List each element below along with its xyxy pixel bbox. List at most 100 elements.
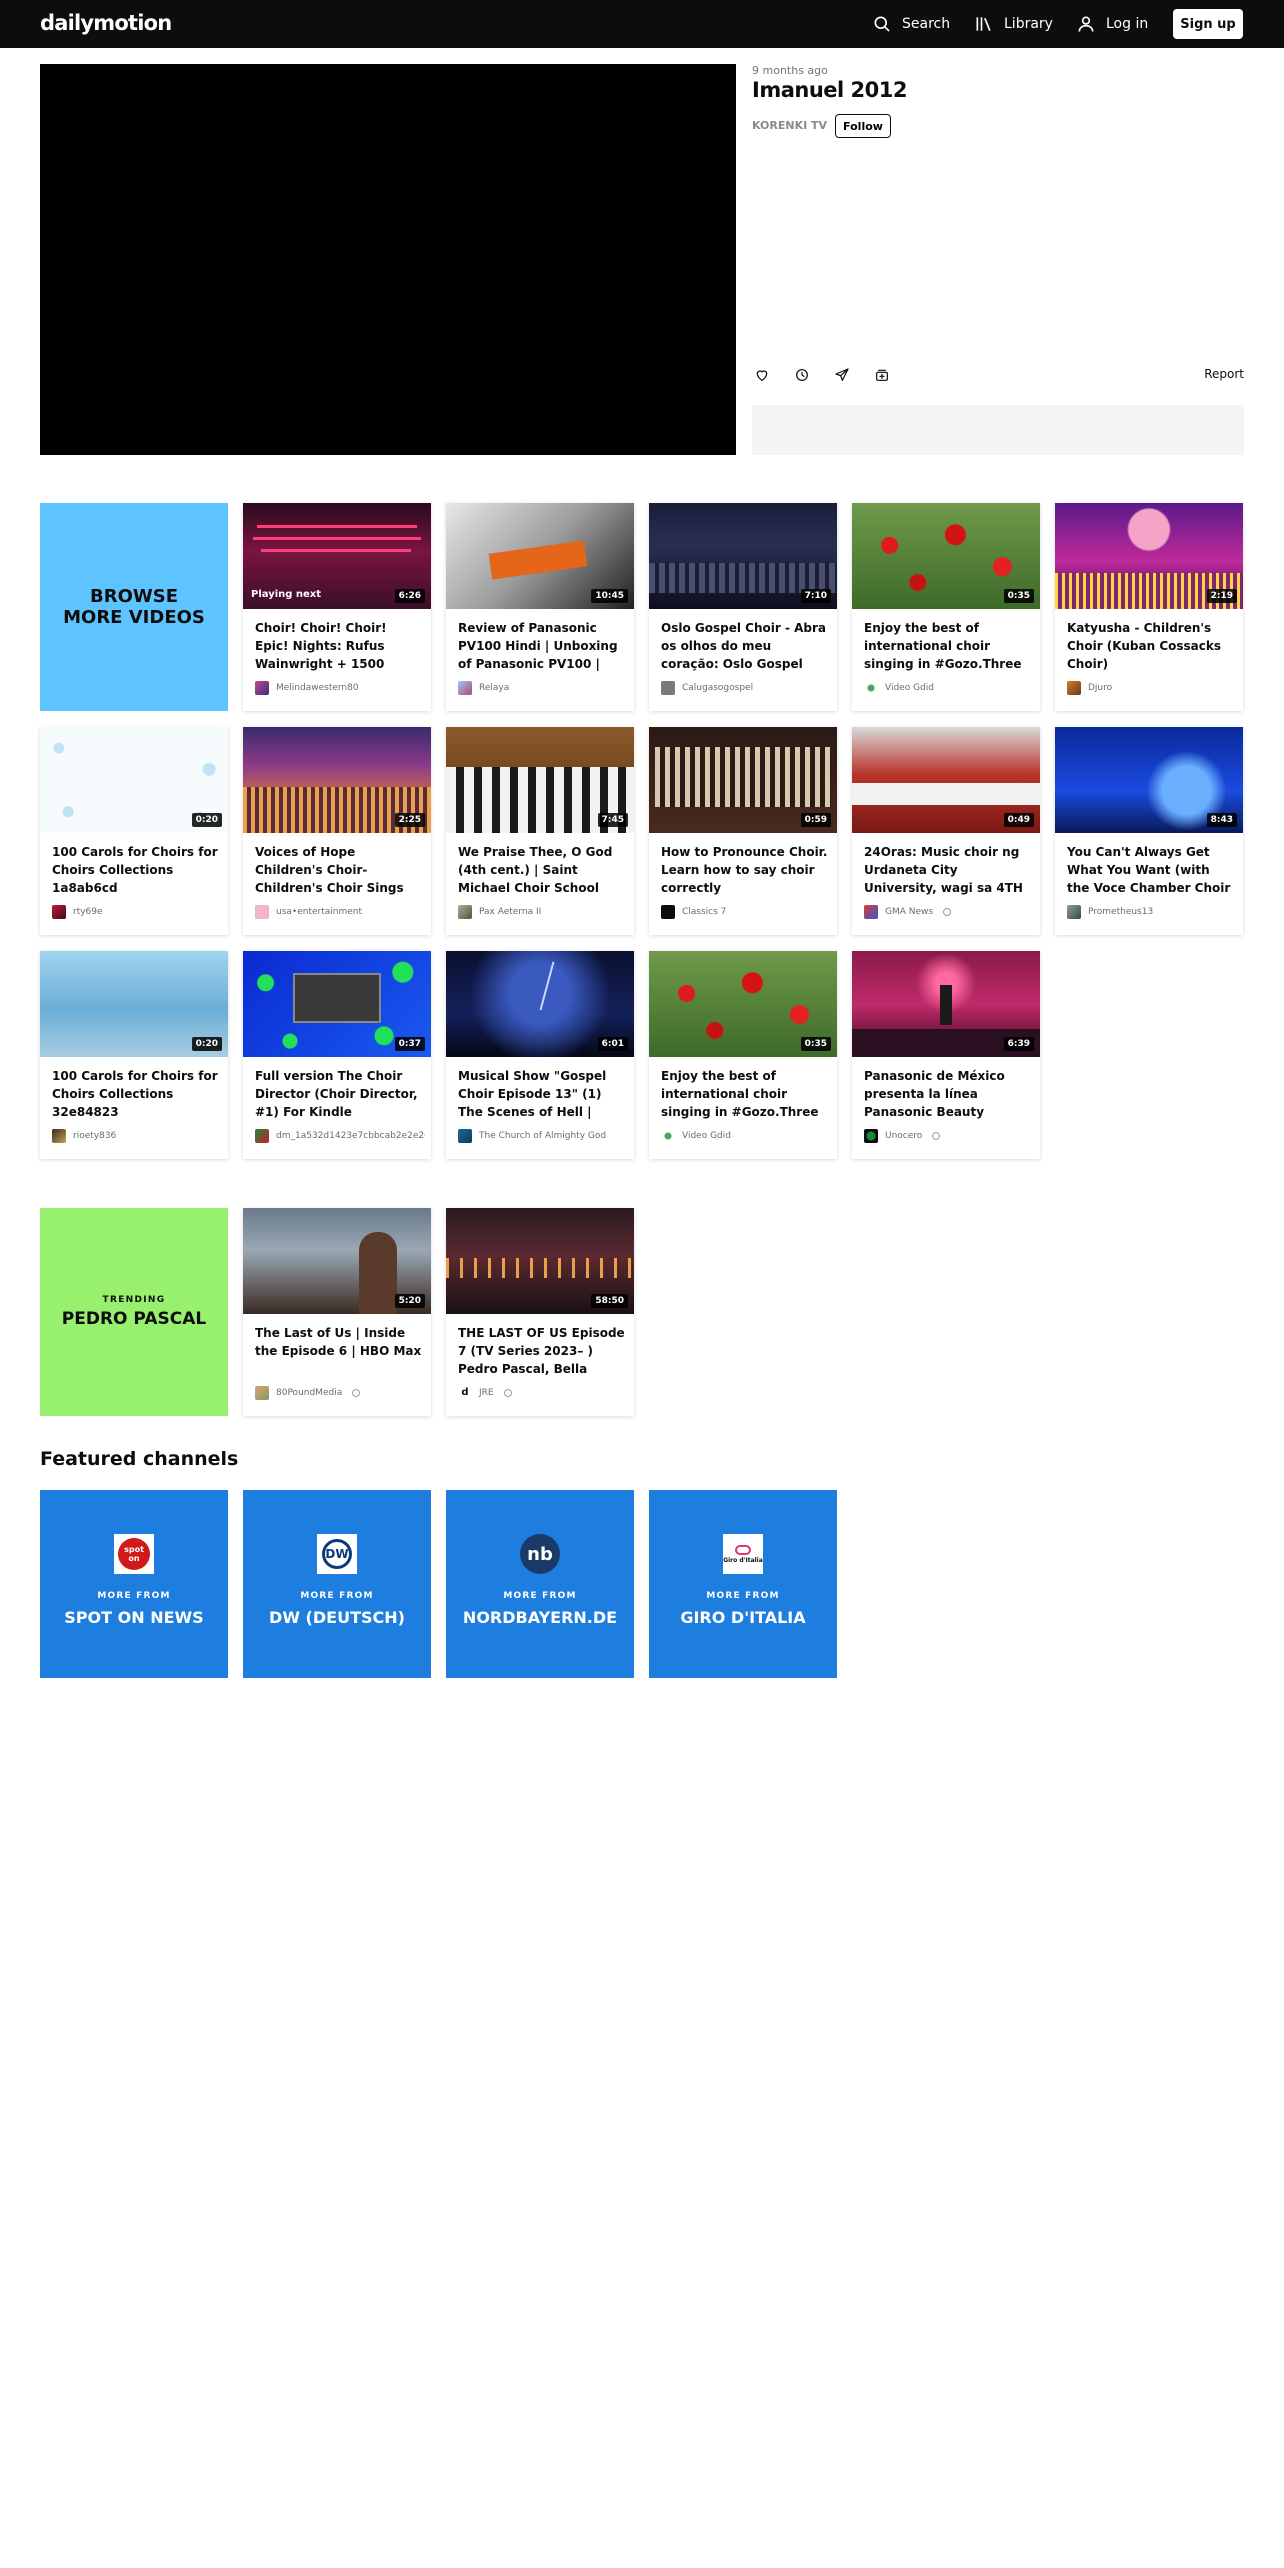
trending-kicker: TRENDING bbox=[102, 1295, 166, 1305]
video-title: We Praise Thee, O God (4th cent.) | Sain… bbox=[458, 845, 613, 895]
trending-topic-tile[interactable]: TRENDING PEDRO PASCAL bbox=[40, 1208, 228, 1416]
watch-later-button[interactable] bbox=[792, 365, 812, 385]
channel-avatar bbox=[864, 1129, 878, 1143]
video-duration: 0:35 bbox=[1003, 589, 1034, 603]
search-button[interactable]: Search bbox=[872, 14, 950, 34]
video-card[interactable]: 2:19 Katyusha - Children's Choir (Kuban … bbox=[1055, 503, 1243, 711]
video-channel[interactable]: usa•entertainment bbox=[255, 905, 425, 919]
video-channel[interactable]: GMA News bbox=[864, 905, 1034, 919]
video-card[interactable]: 7:10 Oslo Gospel Choir - Abra os olhos d… bbox=[649, 503, 837, 711]
video-duration: 6:39 bbox=[1003, 1037, 1034, 1051]
video-title: Musical Show "Gospel Choir Episode 13" (… bbox=[458, 1069, 607, 1119]
video-card[interactable]: 0:59 How to Pronounce Choir. Learn how t… bbox=[649, 727, 837, 935]
video-card[interactable]: 7:45 We Praise Thee, O God (4th cent.) |… bbox=[446, 727, 634, 935]
more-from-label: MORE FROM bbox=[503, 1591, 577, 1601]
video-channel[interactable]: Pax Aeterna II bbox=[458, 905, 628, 919]
video-card[interactable]: Playing next 6:26 Choir! Choir! Choir! E… bbox=[243, 503, 431, 711]
video-card[interactable]: 0:35 Enjoy the best of international cho… bbox=[852, 503, 1040, 711]
video-channel[interactable]: The Church of Almighty God bbox=[458, 1129, 628, 1143]
video-channel[interactable]: Melindawestern80 bbox=[255, 681, 425, 695]
video-channel[interactable]: Video Gdid bbox=[864, 681, 1034, 695]
video-player[interactable] bbox=[40, 64, 736, 455]
video-card[interactable]: 0:20 100 Carols for Choirs for Choirs Co… bbox=[40, 727, 228, 935]
user-icon bbox=[1078, 16, 1094, 32]
video-title: Review of Panasonic PV100 Hindi | Unboxi… bbox=[458, 621, 618, 671]
featured-channel-tile[interactable]: DW MORE FROM DW (DEUTSCH) bbox=[243, 1490, 431, 1678]
featured-channel-tile[interactable]: nb MORE FROM NORDBAYERN.DE bbox=[446, 1490, 634, 1678]
video-channel[interactable]: Prometheus13 bbox=[1067, 905, 1237, 919]
channel-avatar bbox=[255, 905, 269, 919]
channel-name: Classics 7 bbox=[682, 907, 727, 917]
video-thumbnail: 0:20 bbox=[40, 727, 228, 833]
upload-time: 9 months ago bbox=[752, 64, 828, 77]
video-duration: 6:01 bbox=[597, 1037, 628, 1051]
video-thumbnail: 58:50 bbox=[446, 1208, 634, 1314]
video-channel[interactable]: d JRE bbox=[458, 1386, 628, 1400]
video-thumbnail: 0:59 bbox=[649, 727, 837, 833]
video-title: You Can't Always Get What You Want (with… bbox=[1067, 845, 1231, 895]
video-thumbnail: 0:35 bbox=[852, 503, 1040, 609]
video-channel[interactable]: rioety836 bbox=[52, 1129, 222, 1143]
video-card[interactable]: 8:43 You Can't Always Get What You Want … bbox=[1055, 727, 1243, 935]
video-card[interactable]: 0:20 100 Carols for Choirs for Choirs Co… bbox=[40, 951, 228, 1159]
video-channel[interactable]: Relaya bbox=[458, 681, 628, 695]
like-button[interactable] bbox=[752, 365, 772, 385]
signup-button[interactable]: Sign up bbox=[1173, 9, 1243, 39]
video-card[interactable]: 5:20 The Last of Us | Inside the Episode… bbox=[243, 1208, 431, 1416]
channel-name: JRE bbox=[479, 1388, 494, 1398]
video-thumbnail: 7:45 bbox=[446, 727, 634, 833]
video-card[interactable]: 2:25 Voices of Hope Children's Choir- Ch… bbox=[243, 727, 431, 935]
video-info-panel: 9 months ago Imanuel 2012 KORENKI TV Fol… bbox=[752, 64, 1244, 455]
channel-avatar bbox=[864, 681, 878, 695]
channel-logo-mark: Giro d'Italia bbox=[723, 1556, 763, 1564]
video-channel[interactable]: Unocero bbox=[864, 1129, 1034, 1143]
verified-icon bbox=[503, 1389, 512, 1397]
report-link[interactable]: Report bbox=[1204, 367, 1244, 381]
video-channel[interactable]: Video Gdid bbox=[661, 1129, 831, 1143]
video-thumbnail: 0:35 bbox=[649, 951, 837, 1057]
video-channel[interactable]: Calugasogospel bbox=[661, 681, 831, 695]
video-title: Enjoy the best of international choir si… bbox=[864, 621, 1022, 671]
library-button[interactable]: Library bbox=[974, 14, 1053, 34]
channel-avatar bbox=[458, 905, 472, 919]
video-thumbnail: 6:01 bbox=[446, 951, 634, 1057]
library-icon bbox=[976, 17, 991, 31]
add-to-playlist-button[interactable] bbox=[872, 365, 892, 385]
channel-avatar bbox=[1067, 681, 1081, 695]
video-card[interactable]: 0:37 Full version The Choir Director (Ch… bbox=[243, 951, 431, 1159]
follow-button[interactable]: Follow bbox=[835, 114, 891, 138]
video-duration: 0:49 bbox=[1003, 813, 1034, 827]
share-button[interactable] bbox=[832, 365, 852, 385]
video-card[interactable]: 0:49 24Oras: Music choir ng Urdaneta Cit… bbox=[852, 727, 1040, 935]
video-duration: 0:20 bbox=[191, 813, 222, 827]
video-card[interactable]: 10:45 Review of Panasonic PV100 Hindi | … bbox=[446, 503, 634, 711]
video-channel[interactable]: dm_1a532d1423e7cbbcab2e2e2e bbox=[255, 1129, 425, 1143]
video-card[interactable]: 6:39 Panasonic de México presenta la lín… bbox=[852, 951, 1040, 1159]
channel-name: GMA News bbox=[885, 907, 934, 917]
verified-icon bbox=[943, 908, 952, 916]
video-card[interactable]: 0:35 Enjoy the best of international cho… bbox=[649, 951, 837, 1159]
channel-name: Relaya bbox=[479, 683, 510, 693]
video-channel[interactable]: Classics 7 bbox=[661, 905, 831, 919]
channel-name: Video Gdid bbox=[885, 683, 934, 693]
video-duration: 0:35 bbox=[800, 1037, 831, 1051]
video-channel[interactable]: rty69e bbox=[52, 905, 222, 919]
more-from-label: MORE FROM bbox=[300, 1591, 374, 1601]
dailymotion-logo[interactable]: dailymotion bbox=[40, 11, 172, 35]
featured-channel-tile[interactable]: Giro d'Italia MORE FROM GIRO D'ITALIA bbox=[649, 1490, 837, 1678]
login-button[interactable]: Log in bbox=[1076, 14, 1148, 34]
video-channel[interactable]: Djuro bbox=[1067, 681, 1237, 695]
channel-avatar bbox=[661, 681, 675, 695]
video-thumbnail: 6:39 bbox=[852, 951, 1040, 1057]
video-card[interactable]: 58:50 THE LAST OF US Episode 7 (TV Serie… bbox=[446, 1208, 634, 1416]
video-title: Enjoy the best of international choir si… bbox=[661, 1069, 819, 1119]
video-duration: 58:50 bbox=[591, 1294, 628, 1308]
featured-channel-tile[interactable]: spot on MORE FROM SPOT ON NEWS bbox=[40, 1490, 228, 1678]
channel-avatar bbox=[255, 681, 269, 695]
video-card[interactable]: 6:01 Musical Show "Gospel Choir Episode … bbox=[446, 951, 634, 1159]
video-duration: 2:25 bbox=[394, 813, 425, 827]
browse-more-videos-tile[interactable]: BROWSE MORE VIDEOS bbox=[40, 503, 228, 711]
video-thumbnail: 2:25 bbox=[243, 727, 431, 833]
channel-name-link[interactable]: KORENKI TV bbox=[752, 119, 827, 132]
video-channel[interactable]: 80PoundMedia bbox=[255, 1386, 425, 1400]
